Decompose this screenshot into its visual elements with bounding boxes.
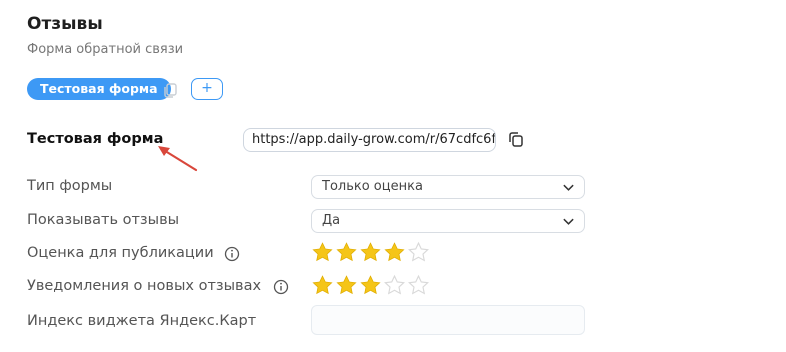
publish-rating-label: Оценка для публикации (27, 245, 214, 261)
copy-icon[interactable] (161, 81, 179, 99)
chevron-down-icon (563, 218, 574, 225)
chevron-down-icon (563, 184, 574, 191)
info-icon[interactable] (273, 279, 289, 295)
star-empty-icon[interactable] (407, 274, 430, 297)
info-icon[interactable] (224, 246, 240, 262)
notify-rating-label: Уведомления о новых отзывах (27, 278, 262, 294)
notify-rating-stars[interactable] (311, 274, 430, 298)
form-type-select[interactable]: Только оценка (311, 175, 585, 199)
star-filled-icon[interactable] (335, 241, 358, 264)
publish-rating-stars[interactable] (311, 241, 430, 265)
yandex-index-input[interactable] (311, 305, 585, 335)
show-reviews-value: Да (322, 213, 341, 228)
star-empty-icon[interactable] (407, 241, 430, 264)
star-empty-icon[interactable] (383, 274, 406, 297)
star-filled-icon[interactable] (311, 241, 334, 264)
show-reviews-select[interactable]: Да (311, 209, 585, 233)
star-filled-icon[interactable] (359, 241, 382, 264)
star-filled-icon[interactable] (335, 274, 358, 297)
yandex-index-label: Индекс виджета Яндекс.Карт (27, 313, 257, 329)
copy-url-icon[interactable] (507, 131, 525, 149)
page-subtitle: Форма обратной связи (27, 42, 184, 57)
tab-test-form[interactable]: Тестовая форма (27, 78, 171, 100)
show-reviews-label: Показывать отзывы (27, 212, 180, 228)
form-url-field[interactable]: https://app.daily-grow.com/r/67cdfc6f (243, 128, 496, 152)
annotation-arrow (158, 146, 198, 172)
add-form-button[interactable]: + (191, 78, 223, 100)
star-filled-icon[interactable] (311, 274, 334, 297)
form-type-label: Тип формы (27, 178, 113, 194)
star-filled-icon[interactable] (383, 241, 406, 264)
star-filled-icon[interactable] (359, 274, 382, 297)
form-type-value: Только оценка (322, 179, 423, 194)
page-title: Отзывы (27, 14, 103, 34)
